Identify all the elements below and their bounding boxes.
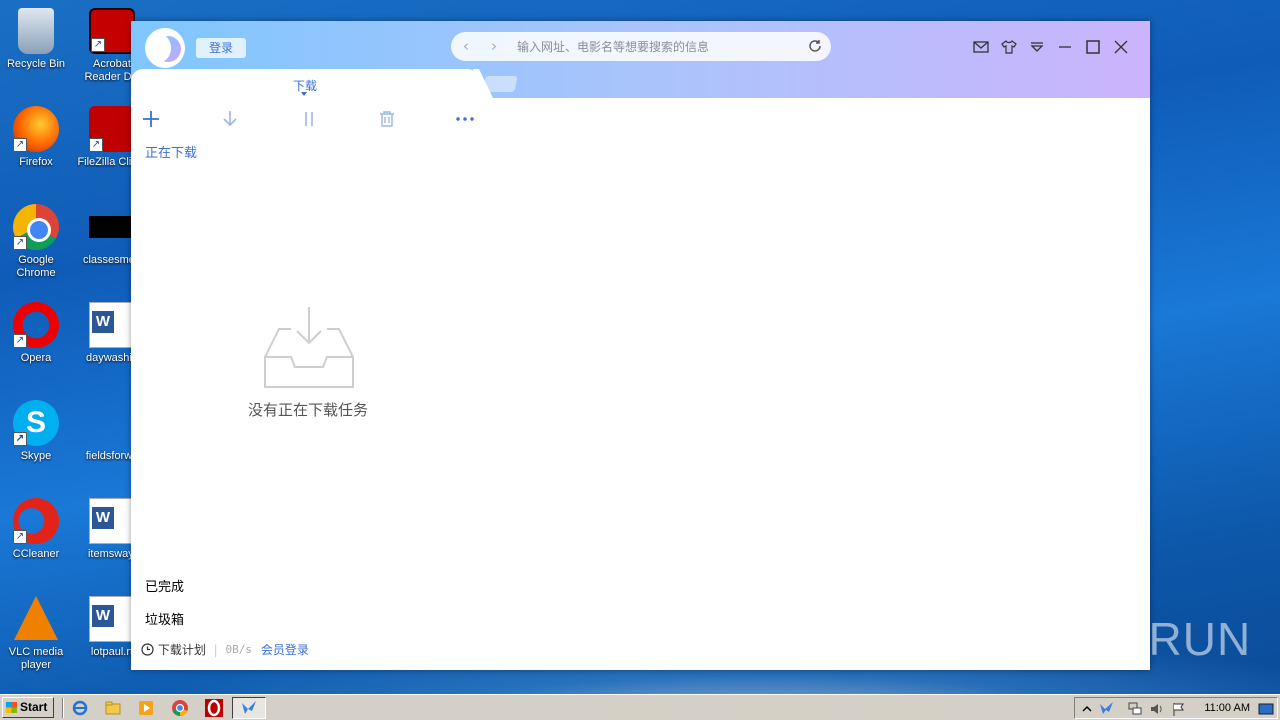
bird-icon[interactable] bbox=[1099, 701, 1115, 717]
network-icon[interactable] bbox=[1127, 701, 1143, 717]
firefox-icon: ↗ bbox=[13, 106, 59, 152]
system-tray: 11:00 AM bbox=[1074, 697, 1278, 719]
login-button[interactable]: 登录 bbox=[196, 38, 246, 58]
forward-icon[interactable]: › bbox=[491, 37, 497, 55]
shortcut-arrow-icon: ↗ bbox=[13, 138, 27, 152]
volume-icon[interactable] bbox=[1149, 701, 1165, 717]
pause-icon[interactable] bbox=[297, 106, 321, 132]
desktop-icon-label: Opera bbox=[20, 352, 52, 364]
maximize-icon[interactable] bbox=[1084, 38, 1102, 56]
chrome-icon: ↗ bbox=[13, 204, 59, 250]
chevron-down-icon bbox=[301, 92, 307, 96]
minimize-icon[interactable] bbox=[1056, 38, 1074, 56]
shortcut-arrow-icon: ↗ bbox=[13, 236, 27, 250]
tab-downloads[interactable]: 下载 bbox=[131, 69, 479, 98]
search-input[interactable] bbox=[517, 37, 797, 56]
desktop-icon-label: Google Chrome bbox=[16, 254, 56, 279]
empty-inbox-icon bbox=[264, 307, 354, 388]
skin-icon[interactable] bbox=[1000, 38, 1018, 56]
add-icon[interactable] bbox=[139, 106, 163, 132]
address-bar: ‹ › bbox=[451, 32, 831, 61]
close-icon[interactable] bbox=[1112, 38, 1130, 56]
shortcut-arrow-icon: ↗ bbox=[89, 138, 103, 152]
taskbar: Start 11:00 AM bbox=[0, 694, 1280, 720]
menu-icon[interactable] bbox=[1028, 38, 1046, 56]
back-icon[interactable]: ‹ bbox=[463, 37, 469, 55]
shortcut-arrow-icon: ↗ bbox=[13, 334, 27, 348]
recycle-bin-icon bbox=[18, 8, 54, 54]
desktop-icon-skype[interactable]: S ↗ Skype bbox=[0, 400, 72, 463]
download-schedule-link[interactable]: 下载计划 bbox=[158, 643, 206, 657]
app-logo-icon bbox=[145, 28, 185, 68]
section-completed[interactable]: 已完成 bbox=[145, 576, 184, 595]
internet-explorer-icon[interactable] bbox=[71, 699, 89, 717]
desktop-icon-firefox[interactable]: ↗ Firefox bbox=[0, 106, 72, 169]
shortcut-arrow-icon: ↗ bbox=[91, 38, 105, 52]
acrobat-icon: ↗ bbox=[89, 8, 135, 54]
word-document-icon bbox=[89, 498, 135, 544]
desktop-icon-opera[interactable]: ↗ Opera bbox=[0, 302, 72, 365]
media-player-icon[interactable] bbox=[137, 699, 155, 717]
empty-state-message: 没有正在下载任务 bbox=[247, 401, 368, 419]
folder-icon[interactable] bbox=[104, 699, 122, 717]
ccleaner-icon: ↗ bbox=[13, 498, 59, 544]
new-tab-button[interactable] bbox=[482, 76, 518, 92]
word-document-icon bbox=[89, 596, 135, 642]
more-icon[interactable] bbox=[453, 106, 477, 132]
show-desktop-icon[interactable] bbox=[1258, 701, 1274, 717]
desktop-icon-vlc[interactable]: VLC media player bbox=[0, 596, 72, 672]
desktop-icon-label: Skype bbox=[20, 450, 52, 462]
vlc-icon bbox=[14, 596, 58, 640]
section-downloading[interactable]: 正在下载 bbox=[145, 142, 197, 161]
file-icon bbox=[89, 400, 135, 446]
opera-icon[interactable] bbox=[205, 699, 223, 717]
vip-login-link[interactable]: 会员登录 bbox=[261, 643, 309, 657]
tab-strip: 下载 bbox=[131, 69, 1150, 98]
refresh-icon[interactable] bbox=[807, 38, 823, 54]
divider: | bbox=[213, 642, 218, 657]
status-bar: 下载计划 | 0B/s 会员登录 bbox=[141, 641, 309, 659]
clock[interactable]: 11:00 AM bbox=[1204, 702, 1250, 714]
download-speed: 0B/s bbox=[225, 643, 253, 656]
file-icon bbox=[89, 216, 135, 238]
download-icon[interactable] bbox=[218, 106, 242, 132]
desktop-icon-label: Firefox bbox=[19, 156, 53, 168]
divider bbox=[62, 698, 64, 718]
desktop-icon-recycle-bin[interactable]: Recycle Bin bbox=[0, 8, 72, 71]
chrome-icon[interactable] bbox=[171, 699, 189, 717]
taskbar-app-download-manager[interactable] bbox=[232, 697, 266, 719]
desktop-icon-label: CCleaner bbox=[12, 548, 60, 560]
desktop-icon-chrome[interactable]: ↗ Google Chrome bbox=[0, 204, 72, 280]
mail-icon[interactable] bbox=[972, 38, 990, 56]
section-trash[interactable]: 垃圾箱 bbox=[145, 609, 184, 628]
desktop-icon-ccleaner[interactable]: ↗ CCleaner bbox=[0, 498, 72, 561]
desktop-icon-label: Recycle Bin bbox=[6, 58, 66, 70]
shortcut-arrow-icon: ↗ bbox=[13, 530, 27, 544]
flag-icon[interactable] bbox=[1171, 701, 1187, 717]
opera-icon: ↗ bbox=[13, 302, 59, 348]
title-bar: 登录 ‹ › 输入网址、电影名等想要搜索的信息 下载 bbox=[131, 21, 1150, 98]
desktop-icon-label: VLC media player bbox=[8, 646, 64, 671]
watermark: ANY RUN bbox=[1038, 613, 1252, 665]
shortcut-arrow-icon: ↗ bbox=[13, 432, 27, 446]
word-document-icon bbox=[89, 302, 135, 348]
start-button[interactable]: Start bbox=[2, 697, 54, 718]
desktop-icon-label: itemsway. bbox=[87, 548, 137, 560]
clock-icon bbox=[141, 643, 154, 656]
filezilla-icon: ↗ bbox=[89, 106, 135, 152]
download-toolbar bbox=[131, 106, 491, 132]
trash-icon[interactable] bbox=[375, 106, 399, 132]
skype-icon: S ↗ bbox=[13, 400, 59, 446]
download-manager-window: 登录 ‹ › 输入网址、电影名等想要搜索的信息 下载 正在下载 没有正在下载任务… bbox=[131, 21, 1150, 670]
desktop-icon-label: lotpaul.rt bbox=[90, 646, 134, 658]
bird-icon bbox=[242, 701, 256, 714]
chevron-up-icon[interactable] bbox=[1079, 701, 1095, 717]
